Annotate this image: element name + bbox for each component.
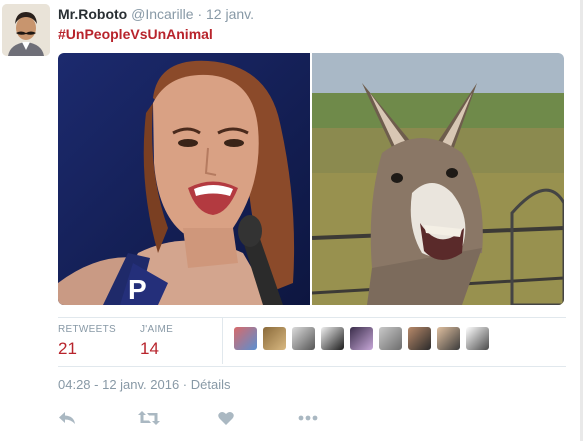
liker-avatar[interactable] [437,327,460,350]
tweet-stats: RETWEETS 21 J'AIME 14 [58,318,566,366]
author-name[interactable]: Mr.Roboto [58,6,127,22]
reply-icon [59,412,75,424]
liker-avatar[interactable] [350,327,373,350]
heart-icon [218,411,234,425]
liker-avatar[interactable] [408,327,431,350]
retweets-label: RETWEETS [58,324,116,335]
more-icon [298,415,318,421]
likes-stat[interactable]: J'AIME 14 [140,324,173,359]
liker-avatar[interactable] [234,327,257,350]
likes-label: J'AIME [140,324,174,335]
svg-text:P: P [128,274,147,305]
tweet-time[interactable]: 12 janv. [206,6,254,22]
reply-button[interactable] [58,408,138,428]
liker-avatar[interactable] [321,327,344,350]
likers-avatars [234,327,489,350]
media-photo-woman[interactable]: P [58,53,310,305]
tweet-actions [58,408,378,428]
hashtag-link[interactable]: #UnPeopleVsUnAnimal [58,26,213,42]
media-photo-donkey[interactable] [312,53,564,305]
author-avatar[interactable] [2,4,50,56]
liker-avatar[interactable] [466,327,489,350]
tweet-header: Mr.Roboto @Incarille · 12 janv. [58,6,254,22]
liker-avatar[interactable] [379,327,402,350]
like-button[interactable] [218,408,298,428]
liker-avatar[interactable] [263,327,286,350]
retweets-count: 21 [58,339,77,358]
likes-count: 14 [140,339,159,358]
retweet-icon [138,411,160,425]
tweet-timestamp[interactable]: 04:28 - 12 janv. 2016 · Détails [58,377,230,392]
retweets-stat[interactable]: RETWEETS 21 [58,324,116,359]
separator-dot: · [197,6,203,22]
divider-bottom [58,366,566,367]
retweet-button[interactable] [138,408,218,428]
liker-avatar[interactable] [292,327,315,350]
stats-separator [222,318,223,364]
tweet-media[interactable]: P [58,53,564,305]
more-button[interactable] [298,408,378,428]
author-handle[interactable]: @Incarille [131,6,193,22]
